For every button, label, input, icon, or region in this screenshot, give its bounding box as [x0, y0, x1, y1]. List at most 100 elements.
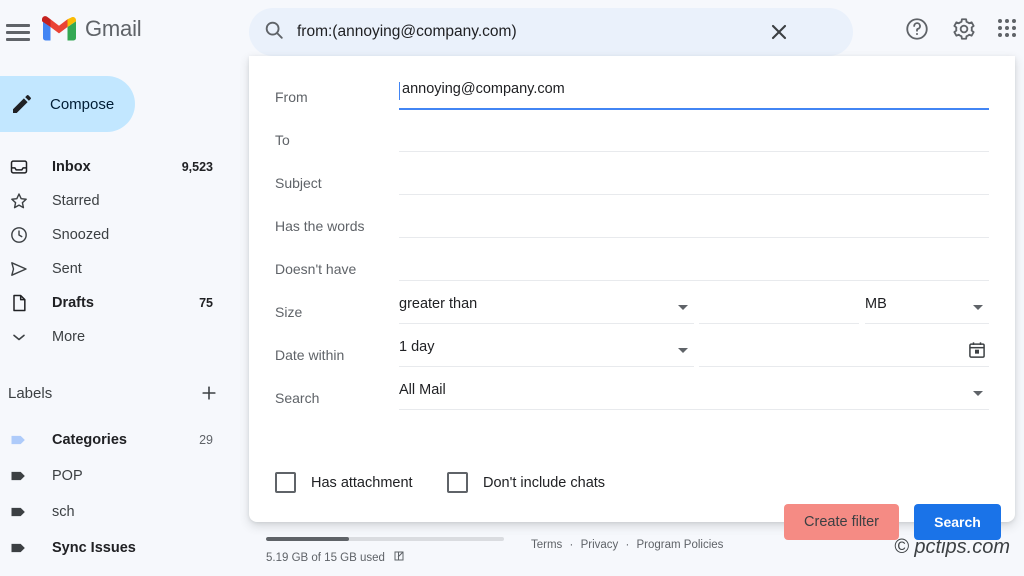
terms-link[interactable]: Terms [531, 539, 562, 551]
create-filter-button[interactable]: Create filter [784, 504, 899, 540]
label-item-sch[interactable]: sch [0, 494, 249, 530]
labels-header: Labels [0, 376, 249, 410]
search-button[interactable]: Search [914, 504, 1001, 540]
field-label: Doesn't have [275, 261, 356, 277]
sidebar-count: 9,523 [182, 160, 213, 174]
field-row-doesnt-have: Doesn't have [249, 250, 1015, 293]
compose-button[interactable]: Compose [0, 76, 135, 132]
labels-title: Labels [8, 385, 52, 402]
sidebar-item-snoozed[interactable]: Snoozed [0, 218, 249, 252]
label-name: sch [52, 504, 75, 520]
from-input[interactable]: annoying@company.com [399, 78, 989, 110]
draft-icon [8, 292, 30, 314]
search-scope-value: All Mail [399, 382, 446, 398]
checkbox-label: Don't include chats [483, 475, 605, 491]
to-input[interactable] [399, 121, 989, 152]
storage-bar[interactable] [266, 537, 504, 541]
size-unit-select[interactable]: MB [865, 293, 989, 324]
field-row-date-within: Date within 1 day [249, 336, 1015, 379]
search-icon[interactable] [263, 19, 289, 45]
label-item-categories[interactable]: Categories 29 [0, 422, 249, 458]
sidebar-label: More [52, 329, 85, 345]
sidebar-nav: Inbox 9,523 Starred [0, 150, 249, 354]
field-label: Size [275, 304, 302, 320]
doesnt-have-input[interactable] [399, 250, 989, 281]
checkbox-icon[interactable] [275, 472, 296, 493]
chevron-down-icon [8, 326, 30, 348]
sidebar-label: Starred [52, 193, 100, 209]
chevron-down-icon[interactable] [678, 305, 688, 310]
search-scope-select[interactable]: All Mail [399, 379, 989, 410]
from-value: annoying@company.com [402, 81, 565, 97]
date-range-value: 1 day [399, 339, 434, 355]
gmail-logo[interactable]: Gmail [42, 16, 141, 42]
labels-list: Categories 29 POP sch [0, 422, 249, 576]
label-tag-icon [8, 537, 30, 559]
header-actions [904, 16, 1018, 42]
apps-grid-icon[interactable] [998, 19, 1018, 39]
footer-links: Terms · Privacy · Program Policies [531, 539, 723, 551]
sidebar-item-starred[interactable]: Starred [0, 184, 249, 218]
exclude-chats-checkbox[interactable]: Don't include chats [447, 472, 605, 493]
sidebar-item-more[interactable]: More [0, 320, 249, 354]
storage-status: 5.19 GB of 15 GB used [266, 550, 516, 565]
sidebar-item-drafts[interactable]: Drafts 75 [0, 286, 249, 320]
field-row-to: To [249, 121, 1015, 164]
sidebar-item-sent[interactable]: Sent [0, 252, 249, 286]
field-row-has-the-words: Has the words [249, 207, 1015, 250]
compose-label: Compose [50, 96, 114, 113]
date-range-select[interactable]: 1 day [399, 336, 694, 367]
checkbox-icon[interactable] [447, 472, 468, 493]
main-menu-icon[interactable] [4, 18, 32, 46]
program-policies-link[interactable]: Program Policies [637, 539, 724, 551]
clock-icon [8, 224, 30, 246]
search-bar[interactable]: from:(annoying@company.com) [249, 8, 853, 56]
sidebar-label: Sent [52, 261, 82, 277]
size-unit-value: MB [865, 296, 887, 312]
field-label: To [275, 132, 290, 148]
size-operator-value: greater than [399, 296, 477, 312]
sidebar: Compose Inbox 9,523 Sta [0, 64, 249, 576]
label-tag-icon [8, 429, 30, 451]
label-count: 29 [199, 433, 213, 447]
chevron-down-icon[interactable] [973, 305, 983, 310]
search-input[interactable]: from:(annoying@company.com) [297, 8, 517, 56]
field-label: Has the words [275, 218, 364, 234]
clear-search-icon[interactable] [767, 20, 791, 44]
field-label: From [275, 89, 308, 105]
search-options-panel: From annoying@company.com To Subject Has… [249, 56, 1015, 522]
field-row-from: From annoying@company.com [249, 78, 1015, 121]
calendar-icon[interactable] [967, 340, 987, 365]
label-item-pop[interactable]: POP [0, 458, 249, 494]
field-row-subject: Subject [249, 164, 1015, 207]
star-icon [8, 190, 30, 212]
sidebar-label: Snoozed [52, 227, 109, 243]
chevron-down-icon[interactable] [678, 348, 688, 353]
help-icon[interactable] [904, 16, 930, 42]
label-tag-icon [8, 465, 30, 487]
field-label: Subject [275, 175, 322, 191]
has-the-words-input[interactable] [399, 207, 989, 238]
chevron-down-icon[interactable] [973, 391, 983, 396]
field-label: Search [275, 390, 319, 406]
plus-icon[interactable] [199, 383, 219, 403]
sidebar-count: 75 [199, 296, 213, 310]
storage-bar-fill [266, 537, 349, 541]
sidebar-label: Inbox [52, 159, 91, 175]
size-amount-input[interactable] [699, 293, 859, 324]
sidebar-item-inbox[interactable]: Inbox 9,523 [0, 150, 249, 184]
settings-icon[interactable] [951, 16, 977, 42]
sidebar-label: Drafts [52, 295, 94, 311]
label-item-test[interactable]: Test 1 [0, 566, 249, 576]
has-attachment-checkbox[interactable]: Has attachment [275, 472, 413, 493]
storage-label: 5.19 GB of 15 GB used [266, 552, 385, 564]
gmail-app: Gmail from:(annoying@company.com) [0, 0, 1024, 576]
text-caret [399, 82, 400, 100]
field-row-size: Size greater than MB [249, 293, 1015, 336]
privacy-link[interactable]: Privacy [581, 539, 619, 551]
label-item-sync-issues[interactable]: Sync Issues [0, 530, 249, 566]
date-input[interactable] [699, 336, 989, 367]
size-operator-select[interactable]: greater than [399, 293, 694, 324]
external-link-icon[interactable] [393, 550, 405, 565]
subject-input[interactable] [399, 164, 989, 195]
